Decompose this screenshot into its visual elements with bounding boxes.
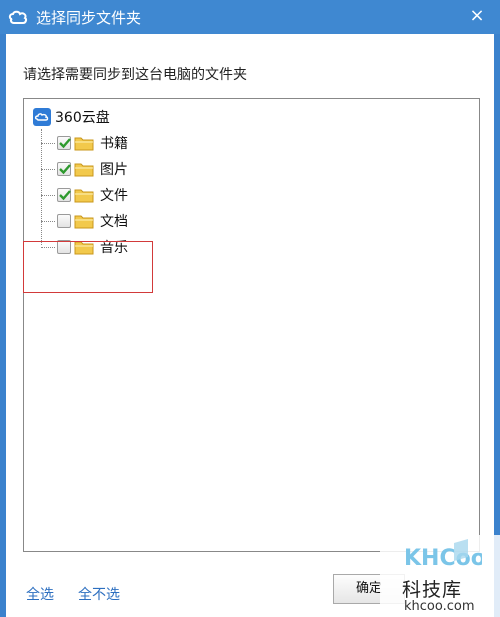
- tree-item-label: 书籍: [100, 136, 128, 152]
- khcoo-logo-icon: KHCoo: [404, 539, 482, 571]
- close-button[interactable]: ×: [462, 4, 492, 28]
- tree-branch-line: [41, 220, 55, 222]
- dialog-content: 请选择需要同步到这台电脑的文件夹 360云盘 书籍 图片 文件 文档 音乐 全选…: [6, 34, 494, 617]
- instruction-text: 请选择需要同步到这台电脑的文件夹: [23, 67, 247, 83]
- red-highlight-box: [23, 241, 153, 293]
- folder-icon: [74, 163, 94, 177]
- tree-root-360-cloud[interactable]: 360云盘: [33, 107, 110, 127]
- 360-cloud-logo-icon: [8, 10, 28, 24]
- tree-branch-line: [41, 194, 55, 196]
- books-checkbox[interactable]: [57, 136, 71, 150]
- folder-tree[interactable]: 360云盘 书籍 图片 文件 文档 音乐: [23, 98, 480, 552]
- sync-folder-dialog: 选择同步文件夹 × 请选择需要同步到这台电脑的文件夹 360云盘 书籍 图片 文…: [0, 0, 500, 617]
- select-all-link[interactable]: 全选: [26, 584, 54, 604]
- checkmark-icon: [59, 164, 71, 175]
- watermark-url: khcoo.com: [404, 599, 475, 614]
- watermark: KHCoo 科技库 khcoo.com: [380, 535, 500, 617]
- tree-item-label: 图片: [100, 162, 128, 178]
- tree-item-label: 文档: [100, 214, 128, 230]
- checkmark-icon: [59, 190, 71, 201]
- folder-icon: [74, 215, 94, 229]
- window-title: 选择同步文件夹: [36, 9, 142, 27]
- 360-cloud-icon: [33, 108, 51, 126]
- checkmark-icon: [59, 138, 71, 149]
- select-none-link[interactable]: 全不选: [78, 584, 120, 604]
- tree-branch-line: [41, 142, 55, 144]
- documents-checkbox[interactable]: [57, 214, 71, 228]
- tree-branch-line: [41, 168, 55, 170]
- title-bar: 选择同步文件夹 ×: [0, 0, 500, 34]
- svg-text:KHCoo: KHCoo: [404, 546, 482, 571]
- tree-item-label: 文件: [100, 188, 128, 204]
- tree-item-files[interactable]: 文件: [41, 185, 128, 205]
- folder-icon: [74, 137, 94, 151]
- tree-item-books[interactable]: 书籍: [41, 133, 128, 153]
- tree-item-pictures[interactable]: 图片: [41, 159, 128, 179]
- watermark-site-name: 科技库: [402, 579, 463, 601]
- folder-icon: [74, 189, 94, 203]
- files-checkbox[interactable]: [57, 188, 71, 202]
- tree-item-documents[interactable]: 文档: [41, 211, 128, 231]
- tree-root-label: 360云盘: [55, 110, 110, 126]
- pictures-checkbox[interactable]: [57, 162, 71, 176]
